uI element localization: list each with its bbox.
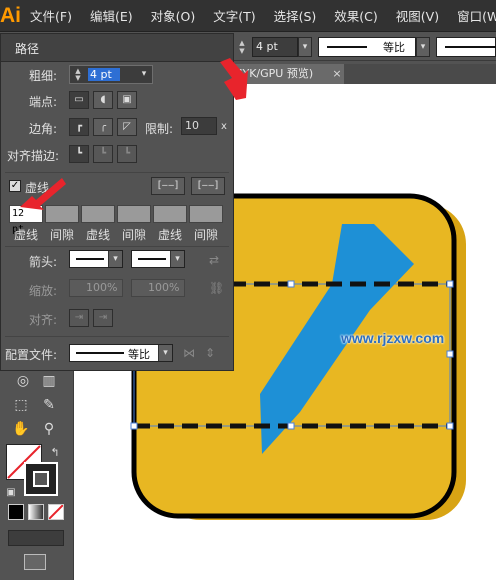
- red-arrow-annotation: [20, 178, 66, 210]
- illustrator-window: Ai 文件(F) 编辑(E) 对象(O) 文字(T) 选择(S) 效果(C) 视…: [0, 0, 496, 580]
- red-arrow-annotation: [220, 58, 248, 100]
- annotation-layer: [20, 58, 248, 210]
